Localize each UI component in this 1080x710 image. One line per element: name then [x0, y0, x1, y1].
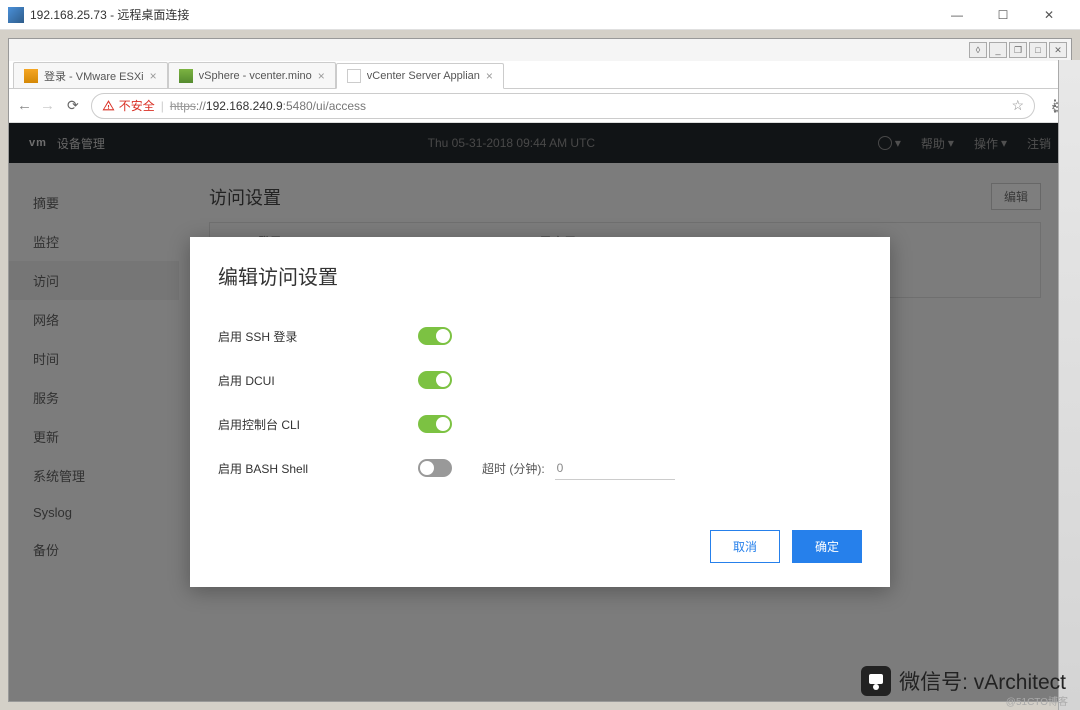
app-viewport: vm 设备管理 Thu 05-31-2018 09:44 AM UTC ▾ 帮助…	[9, 123, 1071, 701]
favicon-icon	[24, 69, 38, 83]
modal-row: 启用 BASH Shell 超时 (分钟):	[218, 446, 862, 490]
toggle-switch[interactable]	[418, 459, 452, 477]
modal-footer: 取消 确定	[190, 510, 890, 587]
modal-row: 启用 DCUI	[218, 358, 862, 402]
url-separator: |	[161, 99, 164, 113]
window-title: 192.168.25.73 - 远程桌面连接	[30, 6, 934, 23]
inner-user-icon[interactable]: ◊	[969, 42, 987, 58]
modal-body: 启用 SSH 登录启用 DCUI 启用控制台 CLI 启用 BASH Shell 超时…	[190, 310, 890, 510]
forward-button[interactable]: →	[40, 97, 55, 114]
browser-window: ◊ _ ❐ □ ✕ ⚙ 登录 - VMware ESXi × vSphere -…	[8, 38, 1072, 702]
toggle-switch[interactable]	[418, 415, 452, 433]
toggle-label: 启用 DCUI	[218, 372, 418, 389]
cancel-button[interactable]: 取消	[710, 530, 780, 563]
toggle-label: 启用 SSH 登录	[218, 328, 418, 345]
insecure-badge: 不安全	[102, 97, 155, 114]
bookmark-star-icon[interactable]: ☆	[1011, 97, 1024, 114]
corner-watermark: @51CTO博客	[1006, 693, 1068, 708]
tab-vcenter[interactable]: vCenter Server Applian ×	[336, 63, 504, 89]
tab-label: 登录 - VMware ESXi	[44, 68, 144, 84]
toggle-switch[interactable]	[418, 371, 452, 389]
timeout-input[interactable]	[555, 457, 675, 480]
maximize-button[interactable]: ☐	[980, 0, 1026, 30]
toggle-label: 启用控制台 CLI	[218, 416, 418, 433]
ok-button[interactable]: 确定	[792, 530, 862, 563]
tab-esxi[interactable]: 登录 - VMware ESXi ×	[13, 62, 168, 88]
favicon-icon	[347, 69, 361, 83]
back-button[interactable]: ←	[17, 97, 32, 114]
url-input[interactable]: 不安全 | https://192.168.240.9:5480/ui/acce…	[91, 93, 1035, 119]
url-text: https://192.168.240.9:5480/ui/access	[170, 99, 366, 113]
reload-button[interactable]: ⟳	[67, 97, 79, 114]
close-button[interactable]: ✕	[1026, 0, 1072, 30]
favicon-icon	[179, 69, 193, 83]
address-bar-row: ← → ⟳ 不安全 | https://192.168.240.9:5480/u…	[9, 89, 1071, 123]
toggle-label: 启用 BASH Shell	[218, 460, 418, 477]
inner-minimize[interactable]: _	[989, 42, 1007, 58]
wechat-icon	[861, 666, 891, 696]
tab-close-icon[interactable]: ×	[486, 69, 493, 83]
modal-row: 启用控制台 CLI	[218, 402, 862, 446]
tab-close-icon[interactable]: ×	[150, 69, 157, 83]
inner-window-controls: ◊ _ ❐ □ ✕	[9, 39, 1071, 61]
browser-tabs: 登录 - VMware ESXi × vSphere - vcenter.min…	[9, 61, 1071, 89]
tab-label: vCenter Server Applian	[367, 70, 480, 82]
modal-title: 编辑访问设置	[190, 237, 890, 310]
watermark: 微信号: vArchitect	[861, 666, 1066, 696]
modal-overlay: 编辑访问设置 启用 SSH 登录启用 DCUI 启用控制台 CLI 启用 BASH …	[9, 123, 1071, 701]
minimize-button[interactable]: —	[934, 0, 980, 30]
rdp-body: ◊ _ ❐ □ ✕ ⚙ 登录 - VMware ESXi × vSphere -…	[0, 30, 1080, 710]
tab-close-icon[interactable]: ×	[318, 69, 325, 83]
rdp-icon	[8, 7, 24, 23]
window-titlebar: 192.168.25.73 - 远程桌面连接 — ☐ ✕	[0, 0, 1080, 30]
modal-row: 启用 SSH 登录	[218, 314, 862, 358]
warning-icon	[102, 99, 115, 112]
inner-maximize[interactable]: □	[1029, 42, 1047, 58]
right-dock-panel[interactable]	[1058, 60, 1080, 710]
inner-close[interactable]: ✕	[1049, 42, 1067, 58]
edit-access-modal: 编辑访问设置 启用 SSH 登录启用 DCUI 启用控制台 CLI 启用 BASH …	[190, 237, 890, 587]
toggle-switch[interactable]	[418, 327, 452, 345]
inner-restore[interactable]: ❐	[1009, 42, 1027, 58]
tab-label: vSphere - vcenter.mino	[199, 70, 312, 82]
timeout-label: 超时 (分钟):	[482, 460, 545, 477]
tab-vsphere[interactable]: vSphere - vcenter.mino ×	[168, 62, 336, 88]
